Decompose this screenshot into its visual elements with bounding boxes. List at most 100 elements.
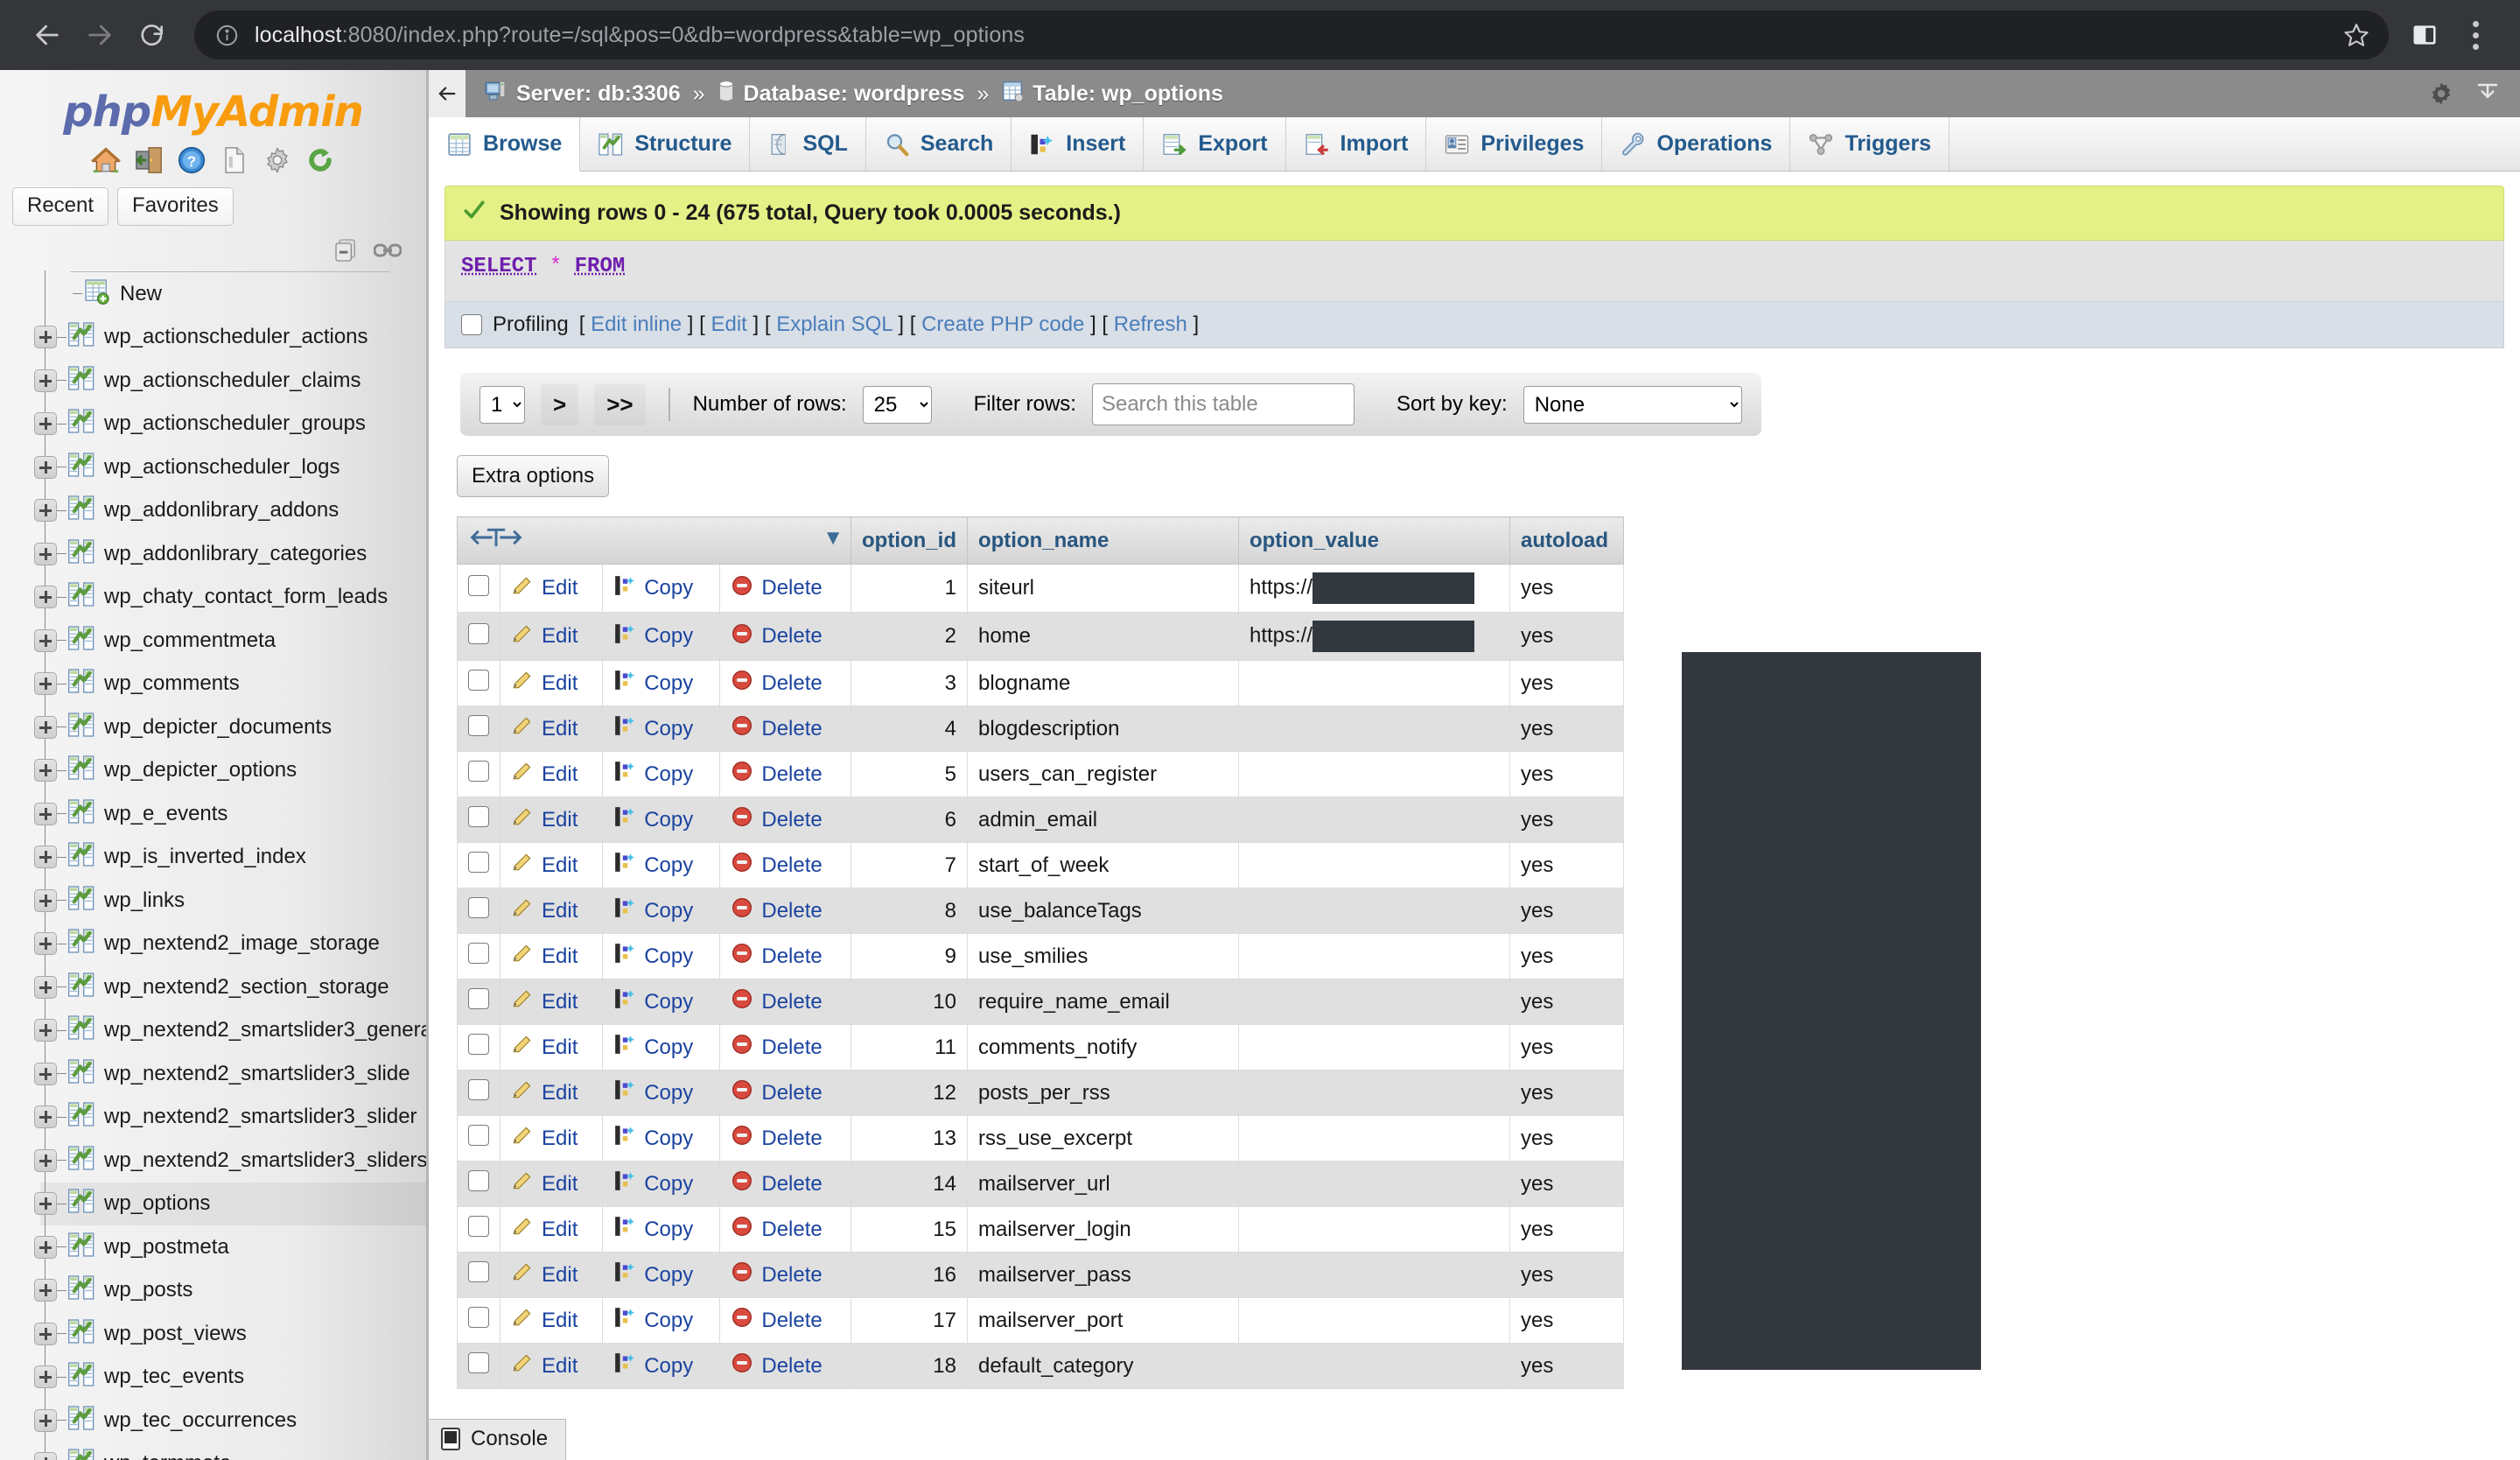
row-action-copy[interactable]: Copy (644, 808, 693, 832)
breadcrumb-database[interactable]: Database: wordpress (744, 81, 965, 107)
row-action-copy[interactable]: Copy (644, 1218, 693, 1242)
row-action-copy[interactable]: Copy (644, 762, 693, 787)
row-action-edit[interactable]: Edit (542, 1309, 578, 1333)
copy-icon[interactable] (613, 1215, 636, 1244)
tree-item-table[interactable]: wp_nextend2_smartslider3_slider (34, 1096, 426, 1140)
row-checkbox[interactable] (468, 761, 489, 782)
copy-icon[interactable] (613, 1306, 636, 1335)
expand-plus-icon[interactable] (34, 1365, 57, 1389)
phpmyadmin-logo[interactable]: phpMyAdmin (0, 70, 426, 137)
row-action-delete[interactable]: Delete (761, 808, 822, 832)
copy-icon[interactable] (613, 942, 636, 971)
row-action-copy[interactable]: Copy (644, 671, 693, 696)
row-action-copy[interactable]: Copy (644, 944, 693, 969)
header-option-value[interactable]: option_value (1237, 516, 1510, 565)
row-action-edit[interactable]: Edit (542, 1127, 578, 1151)
expand-plus-icon[interactable] (34, 628, 57, 652)
expand-plus-icon[interactable] (34, 1235, 57, 1259)
delete-circle-icon[interactable] (731, 714, 753, 743)
delete-circle-icon[interactable] (731, 851, 753, 880)
pencil-edit-icon[interactable] (511, 622, 534, 651)
three-dot-menu-icon[interactable] (2454, 11, 2497, 60)
expand-plus-icon[interactable] (34, 846, 57, 869)
settings-gear-icon[interactable] (2427, 80, 2455, 108)
copy-icon[interactable] (613, 896, 636, 925)
tab-operations[interactable]: Operations (1602, 117, 1791, 171)
copy-icon[interactable] (613, 1078, 636, 1107)
row-action-delete[interactable]: Delete (761, 624, 822, 649)
table-row[interactable]: Edit Copy Delete 14 mailserver_url yes (457, 1161, 1624, 1207)
tree-item-table[interactable]: wp_tec_occurrences (34, 1399, 426, 1442)
tree-item-table[interactable]: wp_actionscheduler_logs (34, 446, 426, 489)
sidebar-tab-favorites[interactable]: Favorites (117, 187, 234, 226)
row-action-copy[interactable]: Copy (644, 1081, 693, 1106)
row-checkbox[interactable] (468, 943, 489, 964)
row-checkbox[interactable] (468, 1261, 489, 1282)
row-action-copy[interactable]: Copy (644, 1354, 693, 1379)
row-action-edit[interactable]: Edit (542, 808, 578, 832)
pencil-edit-icon[interactable] (511, 942, 534, 971)
copy-icon[interactable] (613, 574, 636, 603)
row-checkbox[interactable] (468, 1034, 489, 1055)
copy-icon[interactable] (613, 851, 636, 880)
row-action-copy[interactable]: Copy (644, 1309, 693, 1333)
row-action-edit[interactable]: Edit (542, 1035, 578, 1060)
row-checkbox[interactable] (468, 1170, 489, 1191)
table-row[interactable]: Edit Copy Delete 13 rss_use_excerpt yes (457, 1115, 1624, 1162)
row-action-delete[interactable]: Delete (761, 853, 822, 878)
delete-circle-icon[interactable] (731, 1169, 753, 1198)
table-row[interactable]: Edit Copy Delete 12 posts_per_rss yes (457, 1070, 1624, 1116)
row-checkbox[interactable] (468, 1352, 489, 1373)
row-checkbox[interactable] (468, 852, 489, 873)
copy-icon[interactable] (613, 622, 636, 651)
reload-icon[interactable] (128, 11, 177, 60)
row-action-copy[interactable]: Copy (644, 1172, 693, 1197)
row-checkbox[interactable] (468, 1307, 489, 1328)
row-action-copy[interactable]: Copy (644, 717, 693, 741)
row-action-delete[interactable]: Delete (761, 762, 822, 787)
row-action-copy[interactable]: Copy (644, 1127, 693, 1151)
tree-item-table[interactable]: wp_actionscheduler_claims (34, 359, 426, 403)
expand-plus-icon[interactable] (34, 369, 57, 392)
copy-icon[interactable] (613, 1169, 636, 1198)
docs-icon[interactable] (219, 145, 250, 175)
table-row[interactable]: Edit Copy Delete 3 blogname yes (457, 660, 1624, 706)
row-action-delete[interactable]: Delete (761, 899, 822, 923)
extra-options-button[interactable]: Extra options (457, 455, 610, 497)
tree-item-table[interactable]: wp_nextend2_smartslider3_slide (34, 1052, 426, 1096)
row-action-edit[interactable]: Edit (542, 1172, 578, 1197)
expand-plus-icon[interactable] (34, 932, 57, 956)
row-action-delete[interactable]: Delete (761, 1035, 822, 1060)
sort-order-header[interactable]: ▼ (457, 516, 851, 565)
expand-plus-icon[interactable] (34, 455, 57, 479)
next-page-button[interactable]: > (541, 384, 578, 425)
row-action-edit[interactable]: Edit (542, 899, 578, 923)
tree-item-table[interactable]: wp_comments (34, 663, 426, 706)
sort-desc-arrow-icon[interactable]: ▼ (822, 526, 844, 551)
row-action-delete[interactable]: Delete (761, 1172, 822, 1197)
table-row[interactable]: Edit Copy Delete 6 admin_email yes (457, 797, 1624, 843)
pencil-edit-icon[interactable] (511, 1033, 534, 1062)
pencil-edit-icon[interactable] (511, 1169, 534, 1198)
link-with-main-panel-icon[interactable] (374, 241, 402, 260)
delete-circle-icon[interactable] (731, 1078, 753, 1107)
delete-circle-icon[interactable] (731, 1306, 753, 1335)
row-checkbox[interactable] (468, 897, 489, 918)
sql-query-display[interactable]: SELECT * FROM (444, 241, 2504, 302)
sort-order-icon[interactable] (468, 526, 547, 549)
tree-item-table[interactable]: wp_is_inverted_index (34, 836, 426, 880)
row-action-edit[interactable]: Edit (542, 990, 578, 1014)
expand-plus-icon[interactable] (34, 412, 57, 436)
expand-plus-icon[interactable] (34, 759, 57, 783)
row-checkbox[interactable] (468, 806, 489, 827)
expand-plus-icon[interactable] (34, 1106, 57, 1129)
row-action-delete[interactable]: Delete (761, 1081, 822, 1106)
expand-plus-icon[interactable] (34, 1408, 57, 1432)
refresh-icon[interactable] (304, 145, 336, 175)
pencil-edit-icon[interactable] (511, 805, 534, 834)
copy-icon[interactable] (613, 987, 636, 1016)
copy-icon[interactable] (613, 1260, 636, 1289)
expand-plus-icon[interactable] (34, 1192, 57, 1216)
profiling-link-create-php-code[interactable]: Create PHP code (921, 312, 1084, 336)
expand-plus-icon[interactable] (34, 1322, 57, 1345)
